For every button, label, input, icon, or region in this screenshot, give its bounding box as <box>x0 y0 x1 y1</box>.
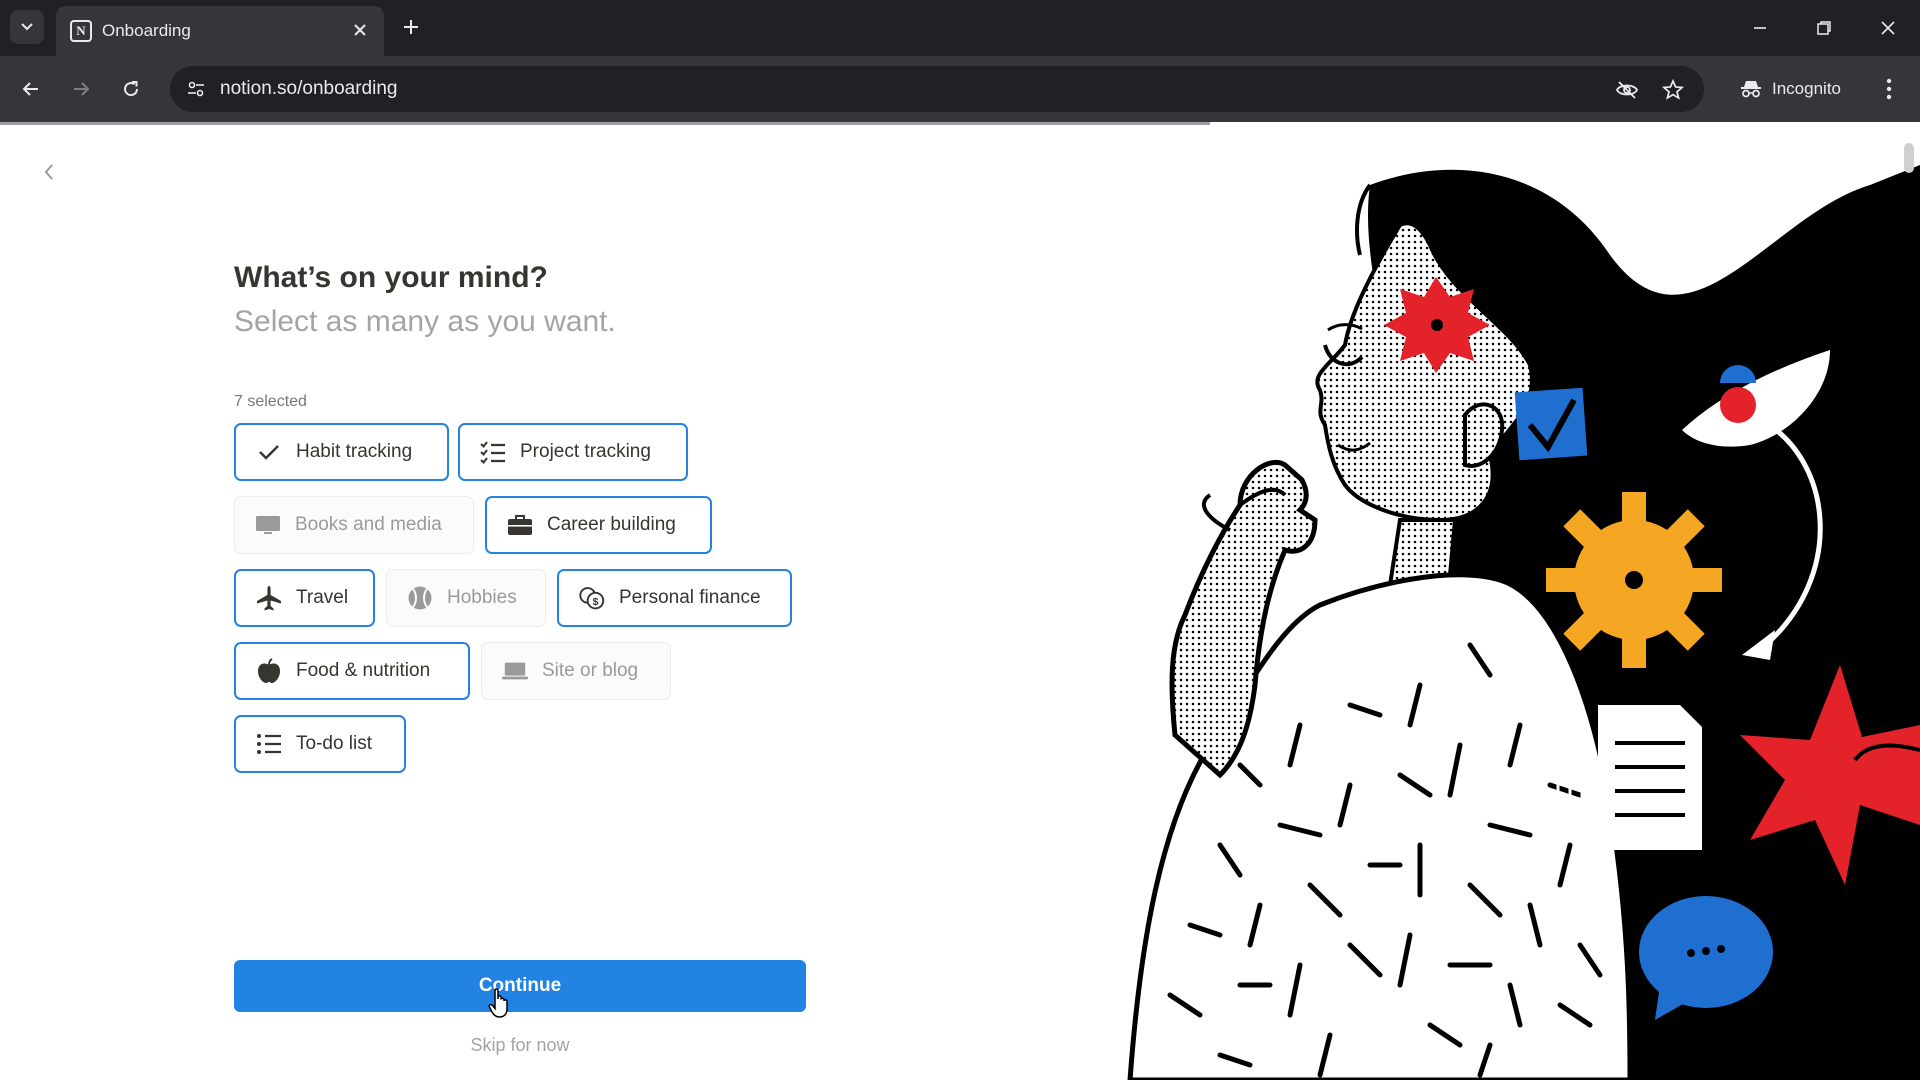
apple-icon <box>256 658 282 684</box>
chip-label: To-do list <box>296 733 373 754</box>
checklist-icon <box>480 439 506 465</box>
thinking-person-illustration <box>1127 165 1920 1080</box>
chip-habit-tracking[interactable]: Habit tracking <box>234 423 449 481</box>
list-icon <box>256 731 282 757</box>
onboarding-page: What’s on your mind? Select as many as y… <box>0 125 1920 1080</box>
continue-button[interactable]: Continue <box>234 960 806 1012</box>
back-nav-button[interactable] <box>14 72 48 106</box>
coins-icon: $ <box>579 585 605 611</box>
bookmark-star-button[interactable] <box>1660 77 1686 103</box>
url-text: notion.so/onboarding <box>220 78 398 99</box>
incognito-label: Incognito <box>1772 79 1841 98</box>
page-scrollbar[interactable] <box>1902 125 1920 1080</box>
close-window-button[interactable] <box>1868 8 1908 48</box>
star-icon <box>1662 79 1684 100</box>
browser-tab-bar: N Onboarding <box>0 0 1920 56</box>
chip-food-and-nutrition[interactable]: Food & nutrition <box>234 642 470 700</box>
chip-label: Project tracking <box>520 441 651 462</box>
browser-menu-button[interactable] <box>1874 72 1904 106</box>
chip-label: Food & nutrition <box>296 660 431 681</box>
chip-label: Career building <box>547 514 676 535</box>
back-button[interactable] <box>34 157 64 187</box>
chip-books-and-media[interactable]: Books and media <box>234 496 474 554</box>
airplane-icon <box>256 585 282 611</box>
scrollbar-thumb[interactable] <box>1904 143 1914 173</box>
chip-label: Habit tracking <box>296 441 413 462</box>
ball-icon <box>407 585 433 611</box>
chip-label: Books and media <box>295 514 442 535</box>
tab-search-button[interactable] <box>10 10 44 44</box>
forward-nav-button[interactable] <box>64 72 98 106</box>
minimize-icon <box>1754 27 1766 29</box>
chip-site-or-blog[interactable]: Site or blog <box>481 642 671 700</box>
chip-to-do-list[interactable]: To-do list <box>234 715 406 773</box>
page-title: What’s on your mind? <box>234 261 548 294</box>
close-icon <box>354 24 366 36</box>
chevron-left-icon <box>44 164 53 180</box>
address-bar[interactable]: notion.so/onboarding <box>170 66 1704 112</box>
monitor-icon <box>255 512 281 538</box>
plus-icon <box>404 20 418 34</box>
close-icon <box>1881 21 1895 35</box>
chip-project-tracking[interactable]: Project tracking <box>458 423 688 481</box>
svg-text:$: $ <box>593 597 599 608</box>
arrow-left-icon <box>22 82 38 96</box>
chip-travel[interactable]: Travel <box>234 569 375 627</box>
chip-personal-finance[interactable]: $ Personal finance <box>557 569 792 627</box>
reload-icon <box>124 81 139 97</box>
minimize-button[interactable] <box>1740 8 1780 48</box>
chevron-down-icon <box>21 23 33 31</box>
checkmark-icon <box>256 439 282 465</box>
chip-label: Site or blog <box>542 660 639 681</box>
notion-favicon-icon: N <box>70 20 92 42</box>
chip-career-building[interactable]: Career building <box>485 496 712 554</box>
eye-off-icon <box>1615 81 1639 99</box>
incognito-icon <box>1741 81 1761 98</box>
arrow-right-icon <box>74 82 90 96</box>
browser-tab[interactable]: N Onboarding <box>56 6 384 56</box>
tab-close-button[interactable] <box>348 18 372 42</box>
chip-label: Travel <box>296 587 349 608</box>
reload-button[interactable] <box>114 72 148 106</box>
hand-cursor-icon <box>488 988 508 1018</box>
skip-link[interactable]: Skip for now <box>234 1035 806 1056</box>
chip-label: Personal finance <box>619 587 761 608</box>
tracking-protection-button[interactable] <box>1614 77 1640 103</box>
tab-title: Onboarding <box>102 21 191 40</box>
more-vertical-icon <box>1886 78 1892 100</box>
laptop-icon <box>502 658 528 684</box>
briefcase-icon <box>507 512 533 538</box>
new-tab-button[interactable] <box>396 12 426 42</box>
chip-label: Hobbies <box>447 587 517 608</box>
browser-toolbar: notion.so/onboarding Incognito <box>0 56 1920 122</box>
tune-icon <box>188 81 204 97</box>
selected-count: 7 selected <box>234 393 307 410</box>
restore-button[interactable] <box>1804 8 1844 48</box>
incognito-indicator[interactable]: Incognito <box>1728 70 1855 108</box>
site-info-button[interactable] <box>184 77 208 101</box>
chip-hobbies[interactable]: Hobbies <box>386 569 546 627</box>
page-subtitle: Select as many as you want. <box>234 305 616 338</box>
restore-icon <box>1817 21 1831 35</box>
